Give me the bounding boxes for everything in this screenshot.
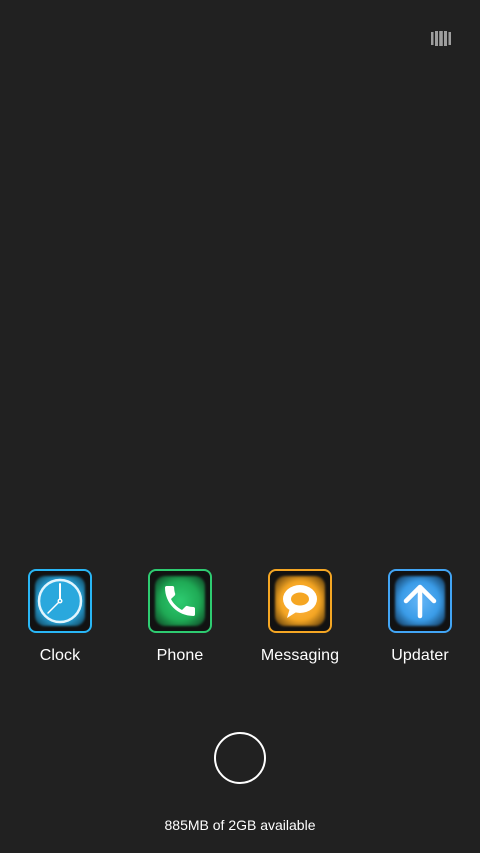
clock-tile[interactable] — [28, 569, 92, 633]
arrow-up-icon — [403, 584, 437, 619]
app-messaging[interactable]: Messaging — [240, 569, 360, 679]
phone-tile[interactable] — [148, 569, 212, 633]
storage-status: 885MB of 2GB available — [164, 817, 316, 833]
home-screen: Clock Phone Messaging Updater 885MB of 2… — [0, 0, 480, 853]
messaging-tile[interactable] — [268, 569, 332, 633]
recent-apps-icon[interactable] — [431, 31, 451, 46]
app-dock: Clock Phone Messaging Updater — [0, 569, 480, 679]
updater-tile[interactable] — [388, 569, 452, 633]
message-bubble-icon — [283, 585, 317, 618]
app-label-updater: Updater — [391, 647, 449, 664]
clock-icon — [37, 578, 83, 624]
app-updater[interactable]: Updater — [360, 569, 480, 679]
home-circle-icon[interactable] — [214, 732, 266, 784]
app-label-phone: Phone — [156, 647, 204, 664]
phone-icon — [165, 586, 195, 616]
app-phone[interactable]: Phone — [120, 569, 240, 679]
app-clock[interactable]: Clock — [0, 569, 120, 679]
app-label-messaging: Messaging — [260, 647, 340, 664]
app-label-clock: Clock — [39, 647, 81, 664]
